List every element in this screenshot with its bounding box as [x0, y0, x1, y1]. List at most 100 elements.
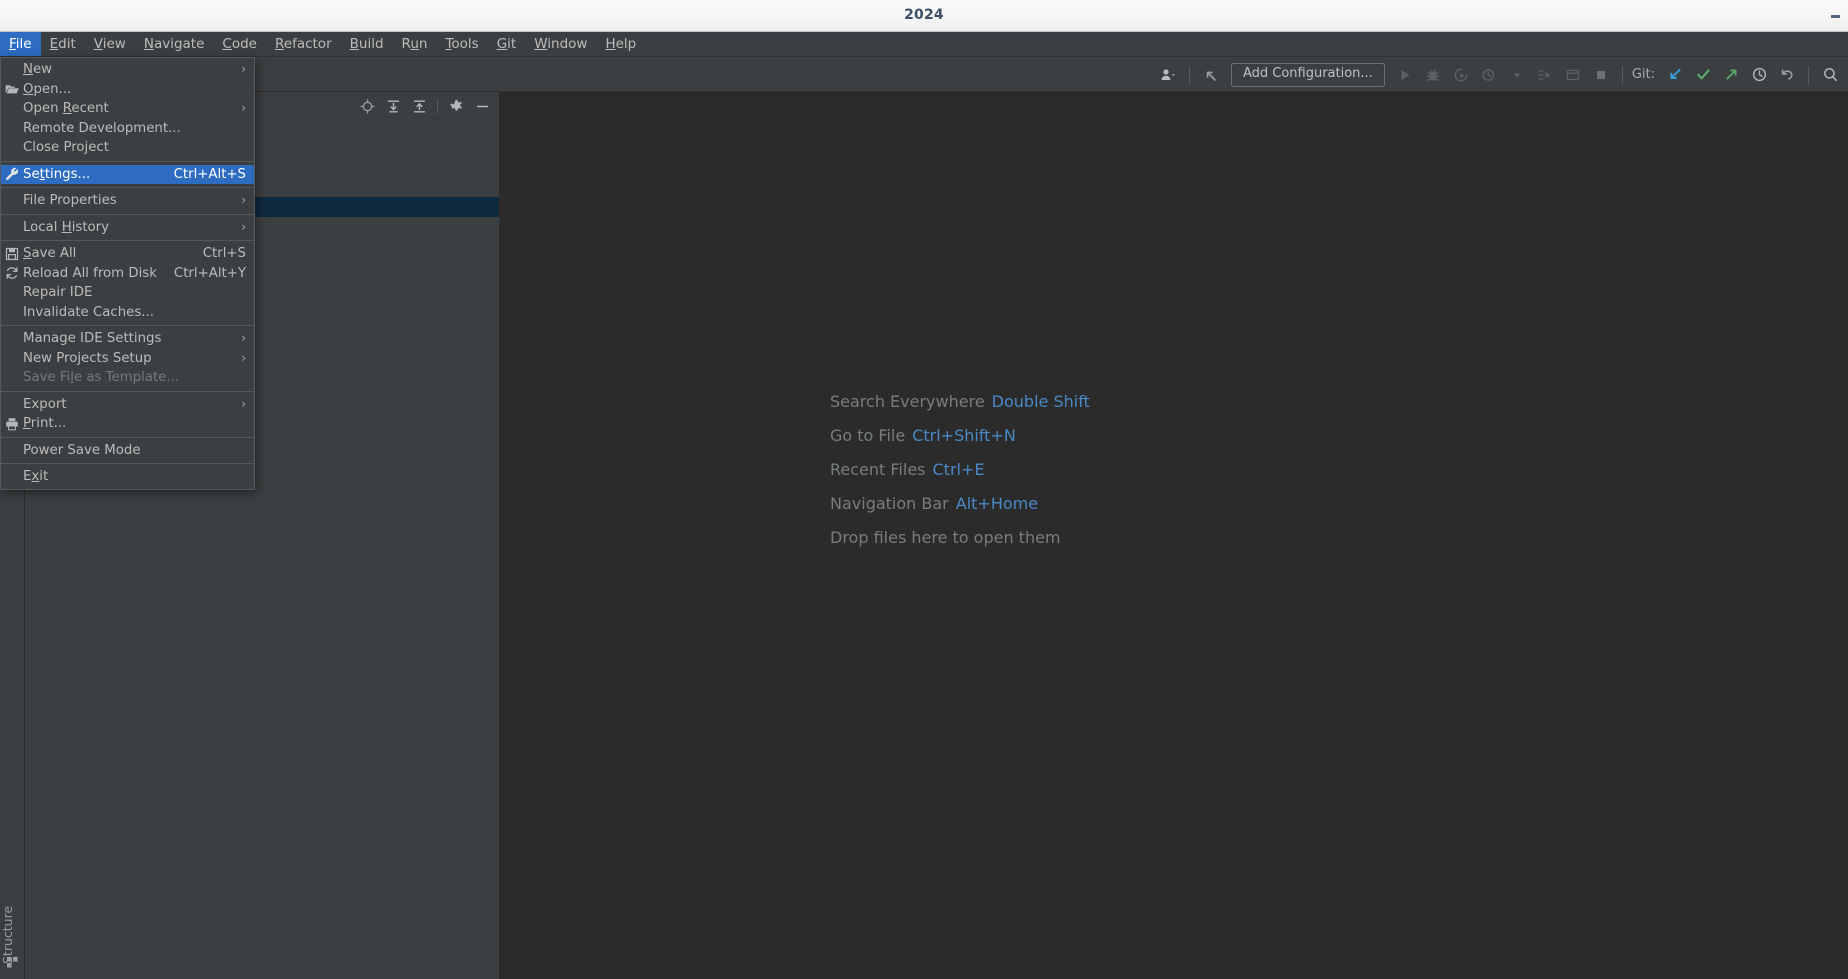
editor-area: Search Everywhere Double Shift Go to File C… — [500, 92, 1848, 979]
file-menu-item-local-history[interactable]: Local History › — [1, 218, 254, 238]
menubar-item-label: Git — [496, 36, 517, 52]
menubar-item-navigate[interactable]: Navigate — [135, 32, 214, 56]
file-menu-item-power-save-mode[interactable]: Power Save Mode — [1, 441, 254, 461]
file-menu-dropdown: New › Open... Open Recent › Remote Developmen… — [0, 57, 255, 490]
run-with-coverage-icon[interactable] — [1449, 63, 1473, 87]
file-menu-item-export[interactable]: Export › — [1, 395, 254, 415]
collapse-all-icon[interactable] — [408, 95, 430, 117]
project-pane-toolbar — [354, 95, 495, 117]
file-menu-item-close-project[interactable]: Close Project — [1, 138, 254, 158]
chevron-right-icon: › — [241, 62, 246, 76]
menu-bar: File Edit View Navigate Code Refactor Build Run… — [0, 32, 1848, 57]
menubar-item-label: Help — [605, 36, 637, 52]
editor-hint-label: Search Everywhere — [830, 392, 985, 411]
menubar-item-tools[interactable]: Tools — [436, 32, 487, 56]
menubar-item-file[interactable]: File — [0, 32, 41, 56]
menubar-item-refactor[interactable]: Refactor — [266, 32, 341, 56]
editor-hint-shortcut[interactable]: Ctrl+Shift+N — [912, 426, 1016, 445]
file-menu-item-repair-ide[interactable]: Repair IDE — [1, 283, 254, 303]
menubar-item-run[interactable]: Run — [393, 32, 437, 56]
menubar-item-label: Build — [349, 36, 384, 52]
menubar-item-git[interactable]: Git — [488, 32, 526, 56]
menubar-item-label: Navigate — [143, 36, 205, 52]
file-menu-item-remote-development[interactable]: Remote Development... — [1, 119, 254, 139]
menubar-item-build[interactable]: Build — [341, 32, 393, 56]
run-icon[interactable] — [1393, 63, 1417, 87]
debug-icon[interactable] — [1421, 63, 1445, 87]
file-menu-item-new-projects-setup[interactable]: New Projects Setup › — [1, 349, 254, 369]
back-arrow-icon[interactable] — [1199, 63, 1223, 87]
file-menu-item-label: Remote Development... — [23, 120, 181, 136]
file-menu-item-open-recent[interactable]: Open Recent › — [1, 99, 254, 119]
menubar-item-edit[interactable]: Edit — [41, 32, 85, 56]
menubar-item-label: Run — [401, 36, 428, 52]
save-icon — [5, 247, 19, 261]
profile-dropdown-icon[interactable] — [1505, 63, 1529, 87]
toolbar-separator — [1188, 65, 1190, 84]
structure-icon — [7, 953, 18, 968]
window-title: 2024 — [904, 7, 944, 23]
main-toolbar: Add Configuration... Git: — [0, 57, 1848, 92]
minimize-icon[interactable] — [1831, 15, 1840, 18]
file-menu-item-label: Close Project — [23, 140, 109, 155]
file-menu-item-open[interactable]: Open... — [1, 80, 254, 100]
menubar-item-window[interactable]: Window — [525, 32, 596, 56]
file-menu-item-file-properties[interactable]: File Properties › — [1, 191, 254, 211]
editor-hint-shortcut[interactable]: Ctrl+E — [933, 460, 985, 479]
file-menu-item-settings[interactable]: Settings... Ctrl+Alt+S — [1, 164, 254, 184]
toolbar-right-group: Add Configuration... Git: — [1154, 57, 1848, 92]
menu-separator — [1, 325, 254, 326]
file-menu-item-exit[interactable]: Exit — [1, 467, 254, 487]
attach-icon[interactable] — [1561, 63, 1585, 87]
project-toolbar-separator — [437, 98, 438, 114]
file-menu-item-invalidate-caches[interactable]: Invalidate Caches... — [1, 303, 254, 323]
git-history-icon[interactable] — [1747, 63, 1771, 87]
file-menu-item-label: Power Save Mode — [23, 442, 141, 458]
profile-icon[interactable] — [1477, 63, 1501, 87]
editor-hint-row: Go to File Ctrl+Shift+N — [830, 419, 1090, 453]
toolbar-separator-2 — [1621, 65, 1623, 84]
editor-hint-label: Go to File — [830, 426, 906, 445]
menu-separator — [1, 436, 254, 438]
editor-empty-hints: Search Everywhere Double Shift Go to File C… — [830, 385, 1090, 555]
search-icon[interactable] — [1818, 63, 1842, 87]
file-menu-item-label: Open... — [23, 81, 72, 97]
file-menu-item-manage-ide-settings[interactable]: Manage IDE Settings › — [1, 329, 254, 349]
title-bar: 2024 — [0, 0, 1848, 32]
menubar-item-code[interactable]: Code — [213, 32, 266, 56]
toolbar-separator-3 — [1808, 65, 1809, 84]
run-to-cursor-icon[interactable] — [1533, 63, 1557, 87]
editor-hint-shortcut[interactable]: Alt+Home — [956, 494, 1038, 513]
editor-hint-shortcut[interactable]: Double Shift — [992, 392, 1090, 411]
git-commit-icon[interactable] — [1691, 63, 1715, 87]
menubar-item-label: View — [93, 36, 126, 52]
user-dropdown-icon[interactable] — [1156, 63, 1180, 87]
add-configuration-button[interactable]: Add Configuration... — [1230, 62, 1385, 87]
editor-hint-label: Recent Files — [830, 460, 926, 479]
menu-separator — [1, 213, 254, 215]
chevron-right-icon: › — [241, 396, 246, 411]
file-menu-item-print[interactable]: Print... — [1, 414, 254, 434]
file-menu-item-label: Save All — [23, 246, 77, 261]
menubar-item-help[interactable]: Help — [596, 32, 645, 56]
file-menu-item-new[interactable]: New › — [1, 60, 254, 80]
git-rollback-icon[interactable] — [1775, 63, 1799, 87]
editor-hint-row: Search Everywhere Double Shift — [830, 385, 1090, 419]
git-label: Git: — [1631, 67, 1655, 82]
file-menu-item-reload-all-from-disk[interactable]: Reload All from Disk Ctrl+Alt+Y — [1, 264, 254, 284]
chevron-right-icon: › — [241, 219, 246, 234]
file-menu-item-save-all[interactable]: Save All Ctrl+S — [1, 244, 254, 264]
hide-icon[interactable] — [471, 95, 493, 117]
expand-all-icon[interactable] — [382, 95, 404, 117]
git-push-icon[interactable] — [1719, 63, 1743, 87]
menubar-item-view[interactable]: View — [85, 32, 135, 56]
settings-gear-icon[interactable] — [445, 95, 467, 117]
stop-icon[interactable] — [1589, 63, 1613, 87]
file-menu-item-label: File Properties — [23, 193, 117, 208]
file-menu-item-label: Open Recent — [23, 101, 109, 116]
locate-icon[interactable] — [356, 95, 378, 117]
file-menu-item-label: New Projects Setup — [23, 350, 152, 366]
git-update-icon[interactable] — [1663, 63, 1687, 87]
file-menu-item-label: Save File as Template... — [23, 370, 180, 385]
reload-icon — [5, 266, 19, 280]
